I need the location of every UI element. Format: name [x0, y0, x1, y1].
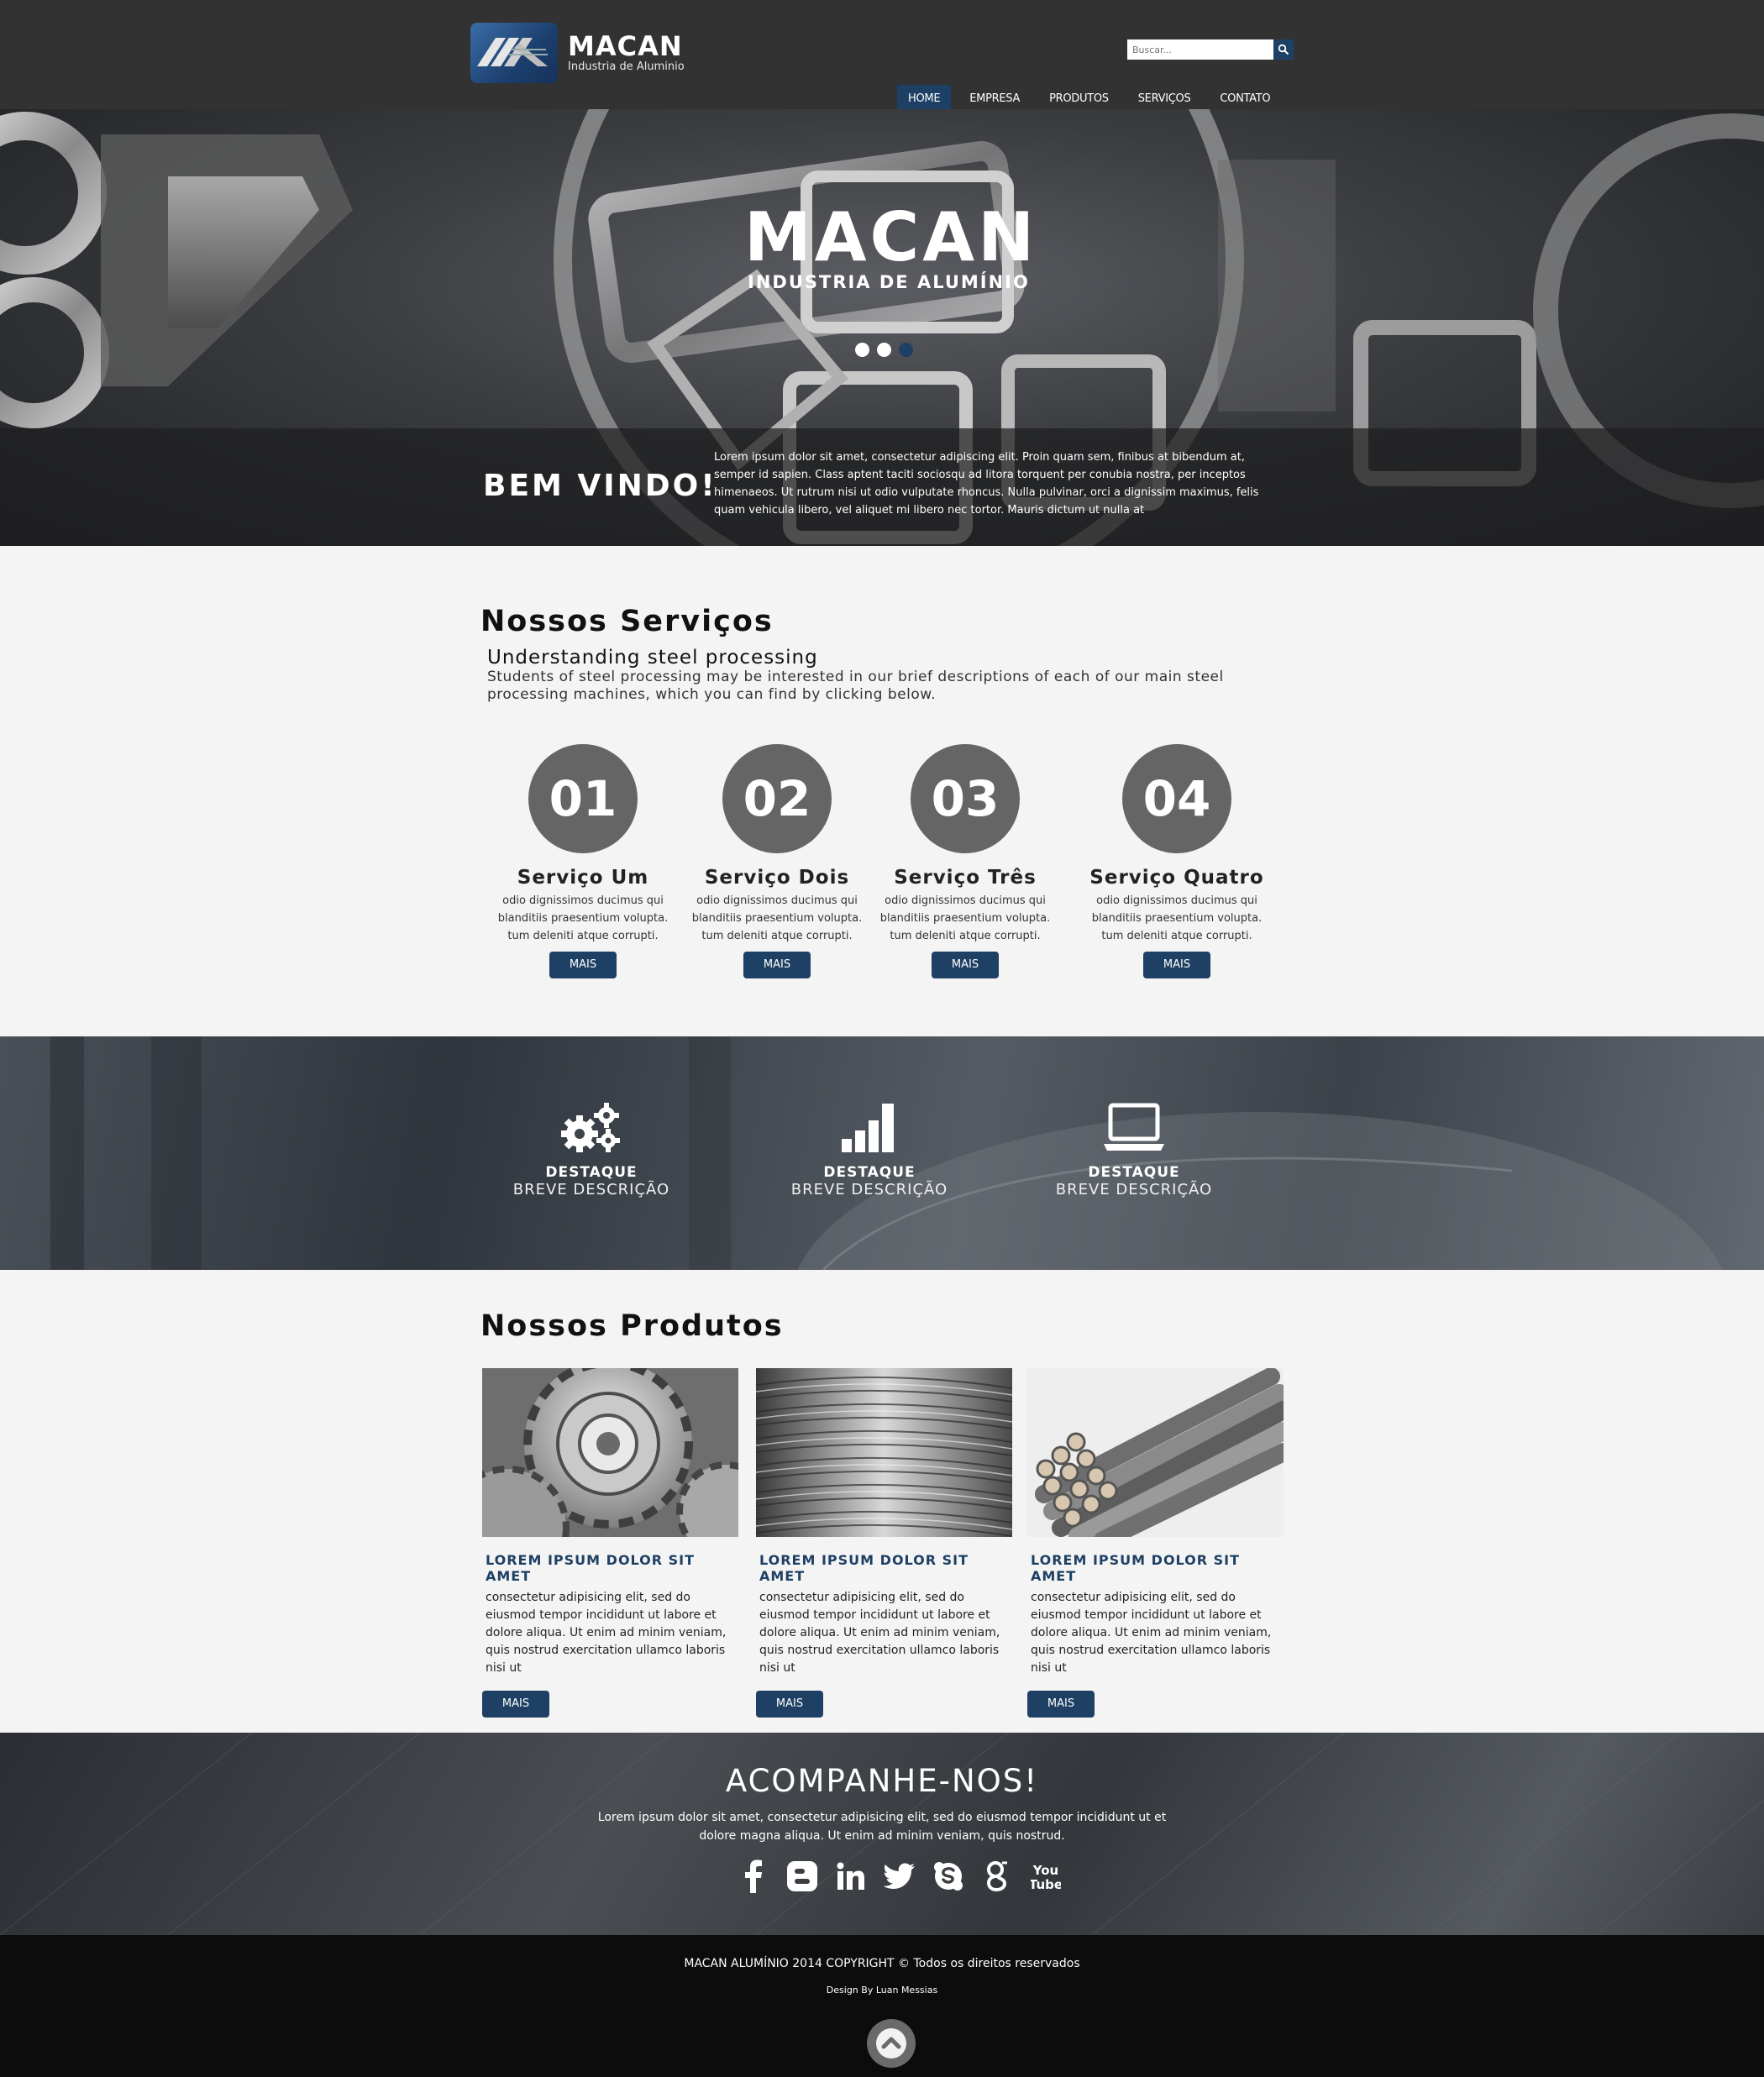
welcome-title: BEM VINDO! [483, 469, 717, 503]
service-text: odio dignissimos ducimus qui blanditiis … [497, 894, 669, 942]
service-number: 03 [911, 744, 1020, 853]
service-text: odio dignissimos ducimus qui blanditiis … [691, 894, 863, 942]
hero-slider: MACAN INDUSTRIA DE ALUMÍNIO BEM VINDO! L… [0, 109, 1764, 546]
feature-item: DESTAQUE BREVE DESCRIÇÃO [499, 1100, 684, 1198]
chevron-up-icon [876, 2028, 906, 2059]
service-card: 04 Serviço Quatro odio dignissimos ducim… [1080, 744, 1273, 978]
hero-title: MACAN [744, 198, 1038, 276]
gears-icon [561, 1103, 620, 1152]
product-text: consectetur adipisicing elit, sed do eiu… [486, 1591, 727, 1675]
service-name: Serviço Quatro [1089, 867, 1264, 889]
logo-name: MACAN [568, 30, 683, 62]
service-card: 03 Serviço Três odio dignissimos ducimus… [869, 744, 1062, 978]
laptop-icon [1104, 1103, 1164, 1151]
service-name: Serviço Três [894, 867, 1037, 889]
skype-link[interactable] [924, 1855, 973, 1897]
features-band: DESTAQUE BREVE DESCRIÇÃO DESTAQUE BREVE … [0, 1036, 1764, 1270]
logo-tagline: Industria de Aluminio [568, 60, 685, 73]
service-number: 01 [528, 744, 638, 853]
pipes-photo[interactable] [1027, 1368, 1284, 1537]
feature-item: DESTAQUE BREVE DESCRIÇÃO [777, 1100, 962, 1198]
hero-subtitle: INDUSTRIA DE ALUMÍNIO [748, 272, 1030, 292]
follow-title: ACOMPANHE-NOS! [725, 1763, 1039, 1799]
blogger-icon [787, 1861, 817, 1891]
back-to-top-button[interactable] [867, 2019, 916, 2068]
slider-dots [855, 343, 921, 357]
product-text: consectetur adipisicing elit, sed do eiu… [759, 1591, 1000, 1675]
product-title: LOREM IPSUM DOLOR SIT AMET [759, 1552, 969, 1584]
follow-text: Lorem ipsum dolor sit amet, consectetur … [597, 1811, 1167, 1843]
product-title: LOREM IPSUM DOLOR SIT AMET [486, 1552, 696, 1584]
feature-description: BREVE DESCRIÇÃO [512, 1181, 670, 1198]
products-title: Nossos Produtos [480, 1309, 784, 1343]
service-number: 04 [1122, 744, 1231, 853]
product-title: LOREM IPSUM DOLOR SIT AMET [1031, 1552, 1241, 1584]
slider-dot-3[interactable] [899, 343, 913, 357]
feature-item: DESTAQUE BREVE DESCRIÇÃO [1042, 1100, 1226, 1198]
gears-photo[interactable] [482, 1368, 738, 1537]
logo[interactable]: MACAN Industria de Aluminio [470, 23, 685, 83]
site-footer: MACAN ALUMÍNIO 2014 COPYRIGHT © Todos os… [0, 1935, 1764, 2077]
product-text: consectetur adipisicing elit, sed do eiu… [1031, 1591, 1272, 1675]
social-links: You Tube [729, 1855, 1070, 1897]
service-card: 01 Serviço Um odio dignissimos ducimus q… [486, 744, 680, 978]
blogger-link[interactable] [778, 1855, 827, 1897]
services-title: Nossos Serviços [480, 605, 774, 638]
copyright-text: MACAN ALUMÍNIO 2014 COPYRIGHT © Todos os… [684, 1957, 1080, 1970]
service-name: Serviço Dois [704, 867, 850, 889]
search-box [1127, 39, 1294, 60]
svg-text:Tube: Tube [1031, 1877, 1061, 1892]
service-text: odio dignissimos ducimus qui blanditiis … [879, 894, 1051, 942]
product-card: LOREM IPSUM DOLOR SIT AMET consectetur a… [482, 1368, 738, 1718]
service-more-button[interactable]: MAIS [743, 952, 811, 978]
slider-dot-2[interactable] [877, 343, 891, 357]
follow-section: ACOMPANHE-NOS! Lorem ipsum dolor sit ame… [0, 1733, 1764, 1935]
twitter-link[interactable] [875, 1855, 924, 1897]
search-input[interactable] [1127, 39, 1273, 60]
welcome-text: Lorem ipsum dolor sit amet, consectetur … [714, 451, 1259, 517]
product-card: LOREM IPSUM DOLOR SIT AMET consectetur a… [1027, 1368, 1284, 1718]
service-more-button[interactable]: MAIS [1143, 952, 1210, 978]
google-icon [986, 1861, 1007, 1892]
design-credit: Design By Luan Messias [826, 1985, 938, 1996]
product-more-button[interactable]: MAIS [1027, 1691, 1095, 1718]
feature-title: DESTAQUE [1088, 1164, 1180, 1181]
skype-icon [934, 1862, 963, 1891]
service-text: odio dignissimos ducimus qui blanditiis … [1091, 894, 1263, 942]
youtube-link[interactable]: You Tube [1021, 1855, 1070, 1897]
slider-dot-1[interactable] [855, 343, 869, 357]
feature-description: BREVE DESCRIÇÃO [790, 1181, 948, 1198]
product-more-button[interactable]: MAIS [482, 1691, 549, 1718]
site-header: MACAN Industria de Aluminio HOME EMPRESA… [0, 0, 1764, 113]
feature-description: BREVE DESCRIÇÃO [1055, 1181, 1213, 1198]
service-more-button[interactable]: MAIS [549, 952, 617, 978]
linkedin-icon [837, 1862, 864, 1890]
service-name: Serviço Um [517, 867, 649, 889]
service-number: 02 [722, 744, 832, 853]
feature-title: DESTAQUE [823, 1164, 916, 1181]
twitter-icon [884, 1863, 915, 1889]
search-icon [1278, 44, 1289, 55]
product-more-button[interactable]: MAIS [756, 1691, 823, 1718]
google-link[interactable] [973, 1855, 1021, 1897]
bar-chart-icon [842, 1104, 894, 1152]
welcome-bar: BEM VINDO! Lorem ipsum dolor sit amet, c… [0, 428, 1764, 546]
service-more-button[interactable]: MAIS [932, 952, 999, 978]
youtube-icon: You Tube [1031, 1863, 1061, 1892]
linkedin-link[interactable] [827, 1855, 875, 1897]
service-card: 02 Serviço Dois odio dignissimos ducimus… [680, 744, 874, 978]
services-subtitle: Understanding steel processing [487, 647, 818, 669]
logo-mark-icon [470, 23, 558, 83]
feature-title: DESTAQUE [545, 1164, 638, 1181]
product-card: LOREM IPSUM DOLOR SIT AMET consectetur a… [756, 1368, 1012, 1718]
facebook-link[interactable] [729, 1855, 778, 1897]
search-button[interactable] [1273, 39, 1294, 60]
wire-coil-photo[interactable] [756, 1368, 1012, 1537]
facebook-icon [745, 1859, 762, 1893]
svg-text:You: You [1032, 1863, 1058, 1878]
services-description: Students of steel processing may be inte… [487, 669, 1224, 703]
